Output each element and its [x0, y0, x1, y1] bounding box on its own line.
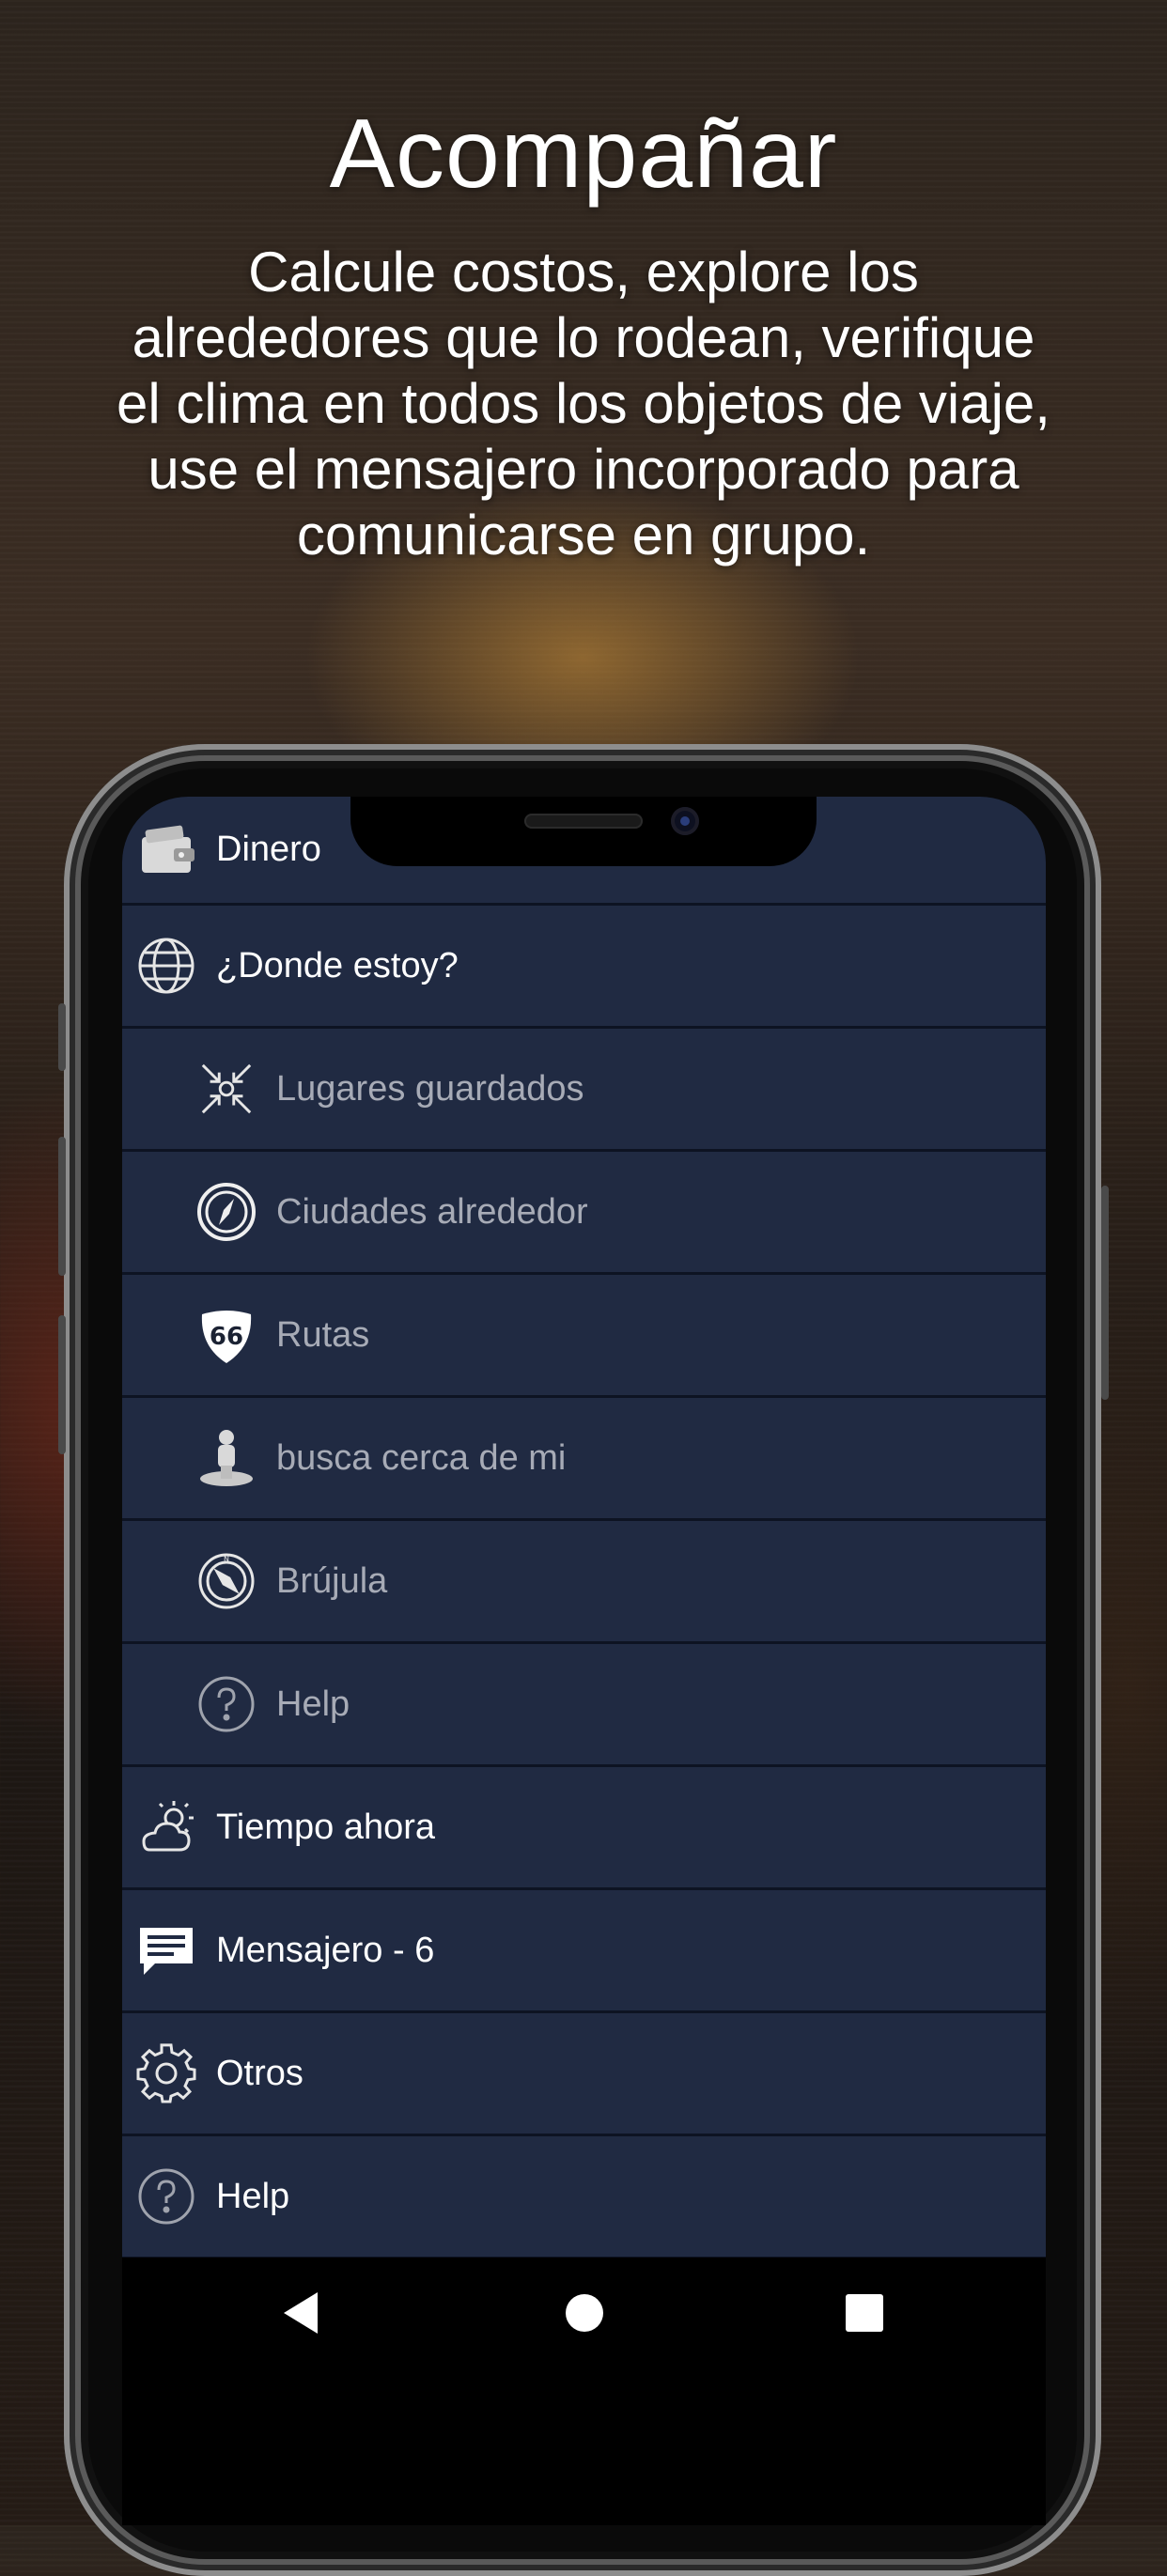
- phone-screen: Dinero ¿Donde estoy? Lugares guardados C…: [122, 797, 1046, 2525]
- menu-item-label: Lugares guardados: [276, 1068, 584, 1109]
- menu-item-ciudades-alrededor[interactable]: Ciudades alrededor: [122, 1152, 1046, 1275]
- menu-item-label: Mensajero - 6: [216, 1930, 435, 1970]
- menu-item-help-sub[interactable]: Help: [122, 1644, 1046, 1767]
- phone-speaker: [524, 814, 643, 829]
- menu-item-rutas[interactable]: 66 Rutas: [122, 1275, 1046, 1398]
- phone-camera: [671, 807, 699, 835]
- hero-subtitle: Calcule costos, explore los alrededores …: [117, 241, 1050, 566]
- menu-item-label: Otros: [216, 2053, 303, 2093]
- menu-item-label: busca cerca de mi: [276, 1437, 567, 1478]
- person-pin-icon: [195, 1427, 257, 1489]
- menu-item-label: Rutas: [276, 1314, 370, 1355]
- phone-volume-down: [58, 1315, 66, 1454]
- help-circle-icon: [195, 1673, 257, 1735]
- menu-item-brujula[interactable]: N Brújula: [122, 1521, 1046, 1644]
- wallet-icon: [135, 819, 197, 881]
- svg-text:N: N: [224, 1555, 229, 1563]
- menu-item-mensajero[interactable]: Mensajero - 6: [122, 1890, 1046, 2013]
- menu-item-tiempo-ahora[interactable]: Tiempo ahora: [122, 1767, 1046, 1890]
- gear-icon: [135, 2042, 197, 2104]
- menu-item-label: Brújula: [276, 1560, 388, 1601]
- hero-title: Acompañar: [329, 100, 838, 209]
- menu-item-busca-cerca[interactable]: busca cerca de mi: [122, 1398, 1046, 1521]
- menu-item-label: ¿Donde estoy?: [216, 945, 459, 985]
- phone-volume-up: [58, 1137, 66, 1276]
- menu-item-otros[interactable]: Otros: [122, 2013, 1046, 2136]
- back-icon[interactable]: [284, 2292, 318, 2334]
- menu-item-lugares-guardados[interactable]: Lugares guardados: [122, 1029, 1046, 1152]
- home-icon[interactable]: [566, 2294, 603, 2332]
- recents-icon[interactable]: [846, 2294, 883, 2332]
- menu-item-label: Help: [216, 2176, 290, 2216]
- route-66-shield-icon: 66: [195, 1304, 257, 1366]
- menu-item-label: Tiempo ahora: [216, 1807, 436, 1847]
- phone-notch: [350, 797, 817, 866]
- help-circle-icon: [135, 2165, 197, 2227]
- menu-item-help[interactable]: Help: [122, 2136, 1046, 2259]
- globe-icon: [135, 935, 197, 997]
- menu-item-label: Dinero: [216, 830, 321, 869]
- compass-circle-icon: [195, 1181, 257, 1243]
- navigation-menu: Dinero ¿Donde estoy? Lugares guardados C…: [122, 797, 1046, 2259]
- menu-item-donde-estoy[interactable]: ¿Donde estoy?: [122, 906, 1046, 1029]
- menu-item-label: Ciudades alrededor: [276, 1191, 588, 1232]
- message-icon: [135, 1919, 197, 1981]
- phone-power-button: [1101, 1186, 1109, 1400]
- weather-cloud-sun-icon: [135, 1796, 197, 1858]
- svg-text:66: 66: [210, 1323, 243, 1351]
- compass-icon: N: [195, 1550, 257, 1612]
- arrows-converge-icon: [195, 1058, 257, 1120]
- phone-mute-switch: [58, 1003, 66, 1071]
- menu-item-label: Help: [276, 1684, 350, 1724]
- android-nav-bar: [122, 2258, 1046, 2408]
